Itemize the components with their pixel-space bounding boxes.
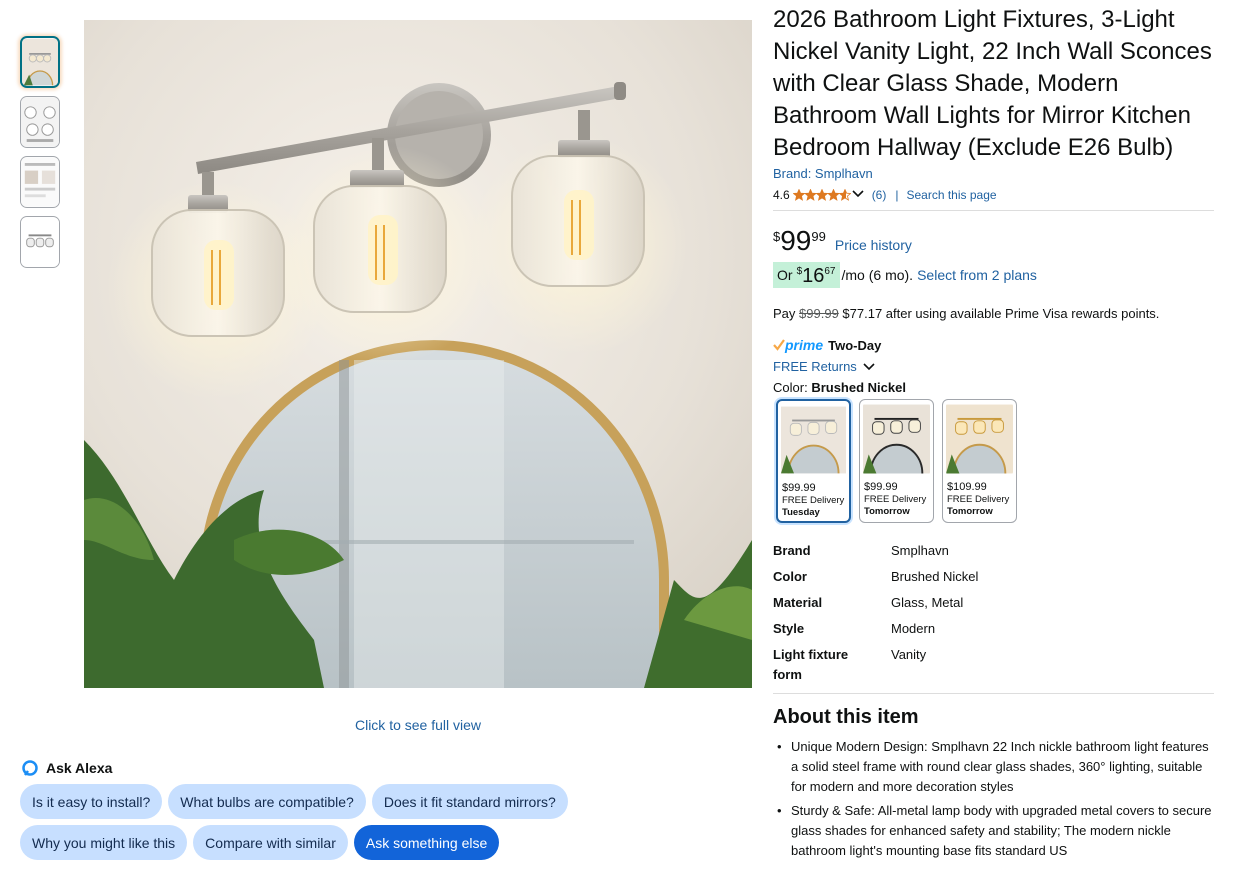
spec-value: Vanity: [891, 647, 927, 662]
prime-speed: Two-Day: [828, 337, 882, 353]
swatch-day: Tomorrow: [864, 506, 910, 517]
vanity-light-photo: [84, 20, 752, 688]
spec-value: Modern: [891, 621, 936, 636]
swatch-brushed-nickel[interactable]: $99.99 FREE Delivery Tuesday: [776, 399, 851, 523]
swatch-day: Tuesday: [782, 507, 820, 518]
rewards-old-price: $99.99: [799, 306, 839, 321]
alexa-icon: [22, 760, 38, 776]
search-page-link[interactable]: Search this page: [906, 188, 996, 202]
divider: [773, 210, 1214, 211]
plan-fraction: 67: [824, 266, 836, 277]
spec-row: Light fixture form Vanity: [773, 645, 1214, 685]
prime-delivery: prime Two-Day: [773, 337, 1214, 353]
rewards-prefix: Pay: [773, 306, 796, 321]
free-returns-link[interactable]: FREE Returns: [773, 359, 1214, 374]
thumbnail-strip: [20, 36, 60, 276]
alexa-chip-mirrors[interactable]: Does it fit standard mirrors?: [371, 784, 568, 819]
stars-icon: [792, 189, 851, 201]
price-whole: 99: [780, 225, 812, 256]
thumbnail-image: [21, 217, 59, 267]
price-block: $ 99 99 Price history: [773, 226, 1214, 256]
spec-row: Style Modern: [773, 619, 1214, 639]
swatch-black[interactable]: $99.99 FREE Delivery Tomorrow: [859, 399, 934, 523]
thumbnail-image: [21, 157, 59, 207]
swatch-price: $99.99: [782, 482, 816, 494]
about-bullet: Unique Modern Design: Smplhavn 22 Inch n…: [773, 737, 1214, 797]
product-title: 2026 Bathroom Light Fixtures, 3-Light Ni…: [773, 6, 1212, 161]
about-heading: About this item: [773, 706, 919, 728]
alexa-chip-install[interactable]: Is it easy to install?: [20, 784, 163, 819]
divider: [773, 693, 1214, 694]
main-product-image[interactable]: [84, 20, 752, 688]
chevron-down-icon: [863, 362, 875, 370]
about-bullet: Sturdy & Safe: All-metal lamp body with …: [773, 801, 1214, 861]
color-label-key: Color:: [773, 380, 808, 395]
alexa-chip-ask-else[interactable]: Ask something else: [353, 825, 500, 860]
swatch-delivery: FREE Delivery: [947, 494, 1010, 505]
price-symbol: $: [773, 229, 781, 244]
rewards-line: Pay $99.99 $77.17 after using available …: [773, 306, 1214, 321]
rating-value: 4.6: [773, 188, 790, 202]
installment-plan: Or $ 16 67 /mo (6 mo). Select from 2 pla…: [773, 262, 1214, 288]
thumbnail-1[interactable]: [20, 36, 60, 88]
spec-key: Light fixture form: [773, 647, 849, 682]
select-plans-link[interactable]: Select from 2 plans: [917, 267, 1037, 283]
plan-term: /mo (6 mo).: [841, 267, 914, 283]
price-history-link[interactable]: Price history: [835, 237, 912, 253]
swatch-price: $109.99: [947, 481, 987, 493]
spec-row: Color Brushed Nickel: [773, 567, 1214, 587]
full-view-link[interactable]: Click to see full view: [84, 717, 752, 733]
plan-or: Or: [777, 267, 793, 283]
spec-value: Smplhavn: [891, 543, 949, 558]
spec-key: Brand: [773, 543, 811, 558]
rating-separator: |: [895, 188, 899, 202]
thumbnail-image: [21, 97, 59, 147]
spec-value: Brushed Nickel: [891, 569, 979, 584]
color-swatches: $99.99 FREE Delivery Tuesday $99.99 FREE…: [776, 399, 1214, 523]
alexa-chip-bulbs[interactable]: What bulbs are compatible?: [168, 784, 366, 819]
alexa-suggestion-row-2: Why you might like this Compare with sim…: [20, 825, 500, 860]
swatch-delivery: FREE Delivery: [782, 495, 845, 506]
thumbnail-4[interactable]: [20, 216, 60, 268]
swatch-price: $99.99: [864, 481, 898, 493]
monthly-price-badge: Or $ 16 67: [773, 262, 840, 288]
alexa-chip-why-like[interactable]: Why you might like this: [20, 825, 188, 860]
swatch-image: [863, 404, 930, 474]
free-returns-label: FREE Returns: [773, 359, 857, 374]
brand-link[interactable]: Brand: Smplhavn: [773, 166, 1214, 181]
alexa-suggestion-row-1: Is it easy to install? What bulbs are co…: [20, 784, 568, 819]
about-bullets: Unique Modern Design: Smplhavn 22 Inch n…: [773, 737, 1214, 861]
thumbnail-2[interactable]: [20, 96, 60, 148]
rewards-suffix: $77.17 after using available Prime Visa …: [842, 306, 1160, 321]
spec-key: Material: [773, 595, 823, 610]
spec-key: Color: [773, 569, 807, 584]
ask-alexa-title: Ask Alexa: [46, 760, 113, 776]
ask-alexa-header: Ask Alexa: [22, 760, 112, 776]
product-details: 2026 Bathroom Light Fixtures, 3-Light Ni…: [773, 4, 1214, 865]
prime-check-icon: [773, 339, 785, 351]
spec-row: Brand Smplhavn: [773, 541, 1214, 561]
star-rating[interactable]: [792, 189, 864, 201]
plan-whole: 16: [802, 265, 825, 287]
spec-row: Material Glass, Metal: [773, 593, 1214, 613]
spec-table: Brand Smplhavn Color Brushed Nickel Materi…: [773, 541, 1214, 685]
spec-key: Style: [773, 621, 805, 636]
swatch-image: [781, 406, 846, 474]
price-fraction: 99: [811, 229, 826, 244]
prime-logo: prime: [785, 337, 824, 353]
alexa-chip-compare[interactable]: Compare with similar: [193, 825, 348, 860]
thumbnail-3[interactable]: [20, 156, 60, 208]
review-count-link[interactable]: (6): [872, 188, 887, 202]
swatch-day: Tomorrow: [947, 506, 993, 517]
rating-row: 4.6 (6) | Search this page: [773, 187, 1214, 203]
spec-value: Glass, Metal: [891, 595, 964, 610]
color-selected-value: Brushed Nickel: [811, 380, 906, 395]
thumbnail-image: [22, 38, 58, 86]
swatch-gold[interactable]: $109.99 FREE Delivery Tomorrow: [942, 399, 1017, 523]
chevron-down-icon: [852, 190, 864, 198]
swatch-image: [946, 404, 1013, 474]
color-label: Color: Brushed Nickel: [773, 380, 1214, 395]
swatch-delivery: FREE Delivery: [864, 494, 927, 505]
